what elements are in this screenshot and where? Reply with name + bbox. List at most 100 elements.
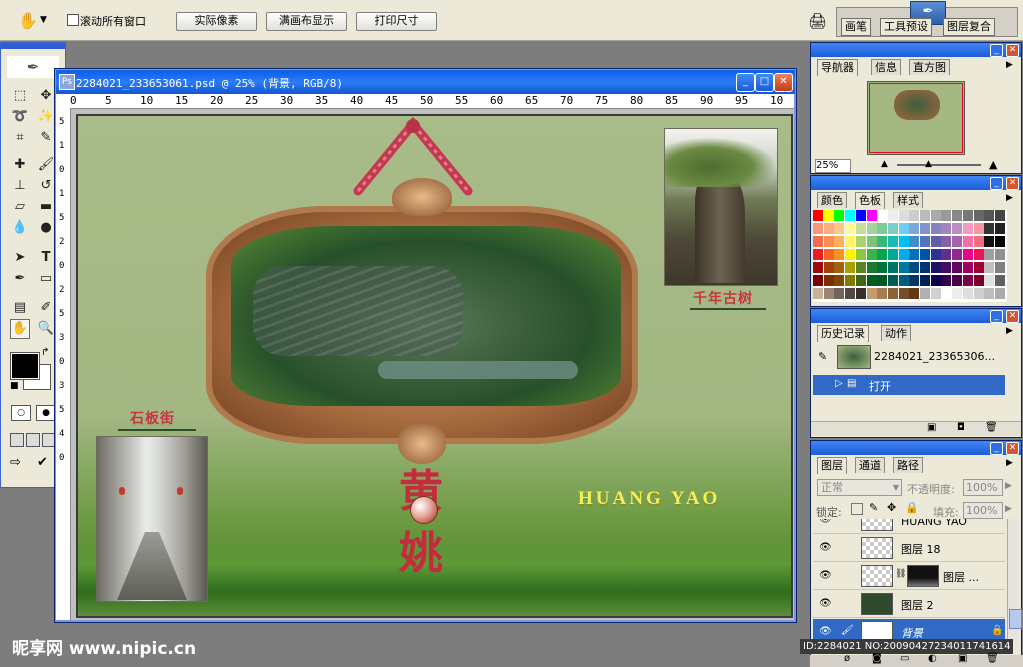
zoom-tool-icon[interactable]: 🔍	[36, 319, 56, 339]
close-button[interactable]: ✕	[774, 73, 793, 92]
color-swatch[interactable]	[877, 249, 888, 260]
color-swatch[interactable]	[984, 236, 995, 247]
jump-to-imageready-icon[interactable]: ⇨	[10, 455, 21, 470]
color-swatch[interactable]	[887, 223, 898, 234]
well-tab-brushes[interactable]: 画笔	[841, 18, 871, 36]
fit-screen-button[interactable]: 满画布显示	[266, 12, 347, 31]
color-swatch[interactable]	[877, 236, 888, 247]
new-snapshot-icon[interactable]: ◘	[957, 422, 965, 433]
color-swatch[interactable]	[898, 249, 909, 260]
color-swatch[interactable]	[952, 275, 963, 286]
color-swatch[interactable]	[823, 236, 834, 247]
tab-channels[interactable]: 通道	[855, 457, 885, 473]
panel-menu-icon[interactable]: ▶	[1006, 326, 1013, 336]
color-swatch[interactable]	[866, 275, 877, 286]
color-swatch[interactable]	[887, 262, 898, 273]
shape-tool-icon[interactable]: ▭	[36, 269, 56, 289]
color-swatch[interactable]	[834, 249, 845, 260]
color-swatch[interactable]	[920, 288, 930, 299]
color-swatch[interactable]	[920, 223, 930, 234]
color-swatch[interactable]	[920, 275, 930, 286]
color-swatch[interactable]	[855, 249, 866, 260]
layer-style-icon[interactable]: ø	[844, 653, 850, 664]
navigator-preview[interactable]	[867, 81, 965, 155]
color-swatch[interactable]	[930, 236, 941, 247]
delete-state-icon[interactable]: 🗑	[985, 422, 998, 433]
color-swatch[interactable]	[909, 236, 920, 247]
lock-position-icon[interactable]: ✥	[887, 501, 896, 514]
layer-row-masked[interactable]: 👁 ⛓ 图层 ...	[813, 563, 1005, 590]
navigator-title-bar[interactable]: _ ✕	[811, 43, 1021, 57]
color-swatch[interactable]	[952, 249, 963, 260]
color-swatch[interactable]	[920, 236, 930, 247]
color-swatch[interactable]	[877, 262, 888, 273]
history-brush-source-icon[interactable]: ✎	[818, 350, 827, 363]
layers-close-button[interactable]: ✕	[1006, 442, 1019, 455]
color-swatch[interactable]	[973, 275, 984, 286]
history-step-open[interactable]: ▷ ▤ 打开	[813, 375, 1005, 395]
magic-wand-tool-icon[interactable]: ✨	[36, 107, 56, 127]
color-swatch[interactable]	[973, 262, 984, 273]
color-swatch[interactable]	[962, 236, 973, 247]
color-swatch[interactable]	[813, 275, 823, 286]
color-swatch[interactable]	[845, 249, 856, 260]
color-swatch[interactable]	[845, 223, 856, 234]
tab-color[interactable]: 颜色	[817, 192, 847, 208]
well-tab-layer-comps[interactable]: 图层复合	[943, 18, 995, 36]
color-swatch[interactable]	[845, 236, 856, 247]
color-swatch[interactable]	[909, 288, 920, 299]
color-swatch[interactable]	[952, 288, 963, 299]
color-swatch[interactable]	[898, 236, 909, 247]
color-swatch[interactable]	[898, 275, 909, 286]
tab-paths[interactable]: 路径	[893, 457, 923, 473]
foreground-color-swatch[interactable]	[10, 352, 40, 380]
color-swatch[interactable]	[930, 210, 941, 221]
horizontal-ruler[interactable]: 0 5 10 15 20 25 30 35 40 45 50 55 60 65 70 75 80 85 90 95 10	[70, 94, 794, 109]
navigator-close-button[interactable]: ✕	[1006, 44, 1019, 57]
color-swatch[interactable]	[823, 249, 834, 260]
color-swatch[interactable]	[930, 275, 941, 286]
color-swatch[interactable]	[952, 262, 963, 273]
color-swatch[interactable]	[909, 249, 920, 260]
color-swatch[interactable]	[952, 210, 963, 221]
color-swatch[interactable]	[877, 223, 888, 234]
history-close-button[interactable]: ✕	[1006, 310, 1019, 323]
hand-tool-icon[interactable]: ✋	[18, 11, 38, 30]
ruler-origin[interactable]	[56, 94, 71, 109]
new-set-icon[interactable]: ▭	[900, 653, 909, 664]
history-minimize-button[interactable]: _	[990, 310, 1003, 323]
color-swatch[interactable]	[834, 275, 845, 286]
layer-mask-thumbnail[interactable]	[907, 565, 939, 587]
color-swatch[interactable]	[866, 236, 877, 247]
tab-history[interactable]: 历史记录	[817, 325, 869, 342]
color-swatch[interactable]	[973, 288, 984, 299]
color-swatch[interactable]	[855, 223, 866, 234]
tab-info[interactable]: 信息	[871, 59, 901, 75]
color-swatch[interactable]	[866, 288, 877, 299]
color-swatch[interactable]	[962, 288, 973, 299]
scrollbar-thumb[interactable]	[1009, 609, 1022, 629]
color-swatch[interactable]	[898, 288, 909, 299]
color-swatch[interactable]	[909, 262, 920, 273]
document-title-bar[interactable]: Ps 2284021_233653061.psd @ 25% (背景, RGB/…	[56, 70, 795, 94]
color-swatch[interactable]	[813, 210, 823, 221]
layer-visibility-eye-icon[interactable]: 👁	[819, 598, 832, 609]
standard-mode-icon[interactable]: ○	[11, 405, 31, 421]
color-swatch[interactable]	[909, 223, 920, 234]
color-swatch[interactable]	[984, 262, 995, 273]
color-swatch[interactable]	[866, 262, 877, 273]
color-swatch[interactable]	[845, 275, 856, 286]
history-title-bar[interactable]: _ ✕	[811, 309, 1021, 323]
navigator-view-box[interactable]	[869, 83, 963, 153]
color-swatch[interactable]	[973, 223, 984, 234]
navigator-zoom-value[interactable]: 25%	[815, 159, 851, 173]
well-tab-tool-presets[interactable]: 工具预设	[880, 18, 932, 36]
color-swatch[interactable]	[845, 210, 856, 221]
layers-minimize-button[interactable]: _	[990, 442, 1003, 455]
swatches-close-button[interactable]: ✕	[1006, 177, 1019, 190]
default-colors-icon[interactable]: ■	[10, 381, 19, 391]
color-swatch[interactable]	[866, 223, 877, 234]
lasso-tool-icon[interactable]: ➰	[10, 107, 30, 127]
clone-stamp-tool-icon[interactable]: ⊥	[10, 176, 30, 196]
color-swatch[interactable]	[823, 275, 834, 286]
